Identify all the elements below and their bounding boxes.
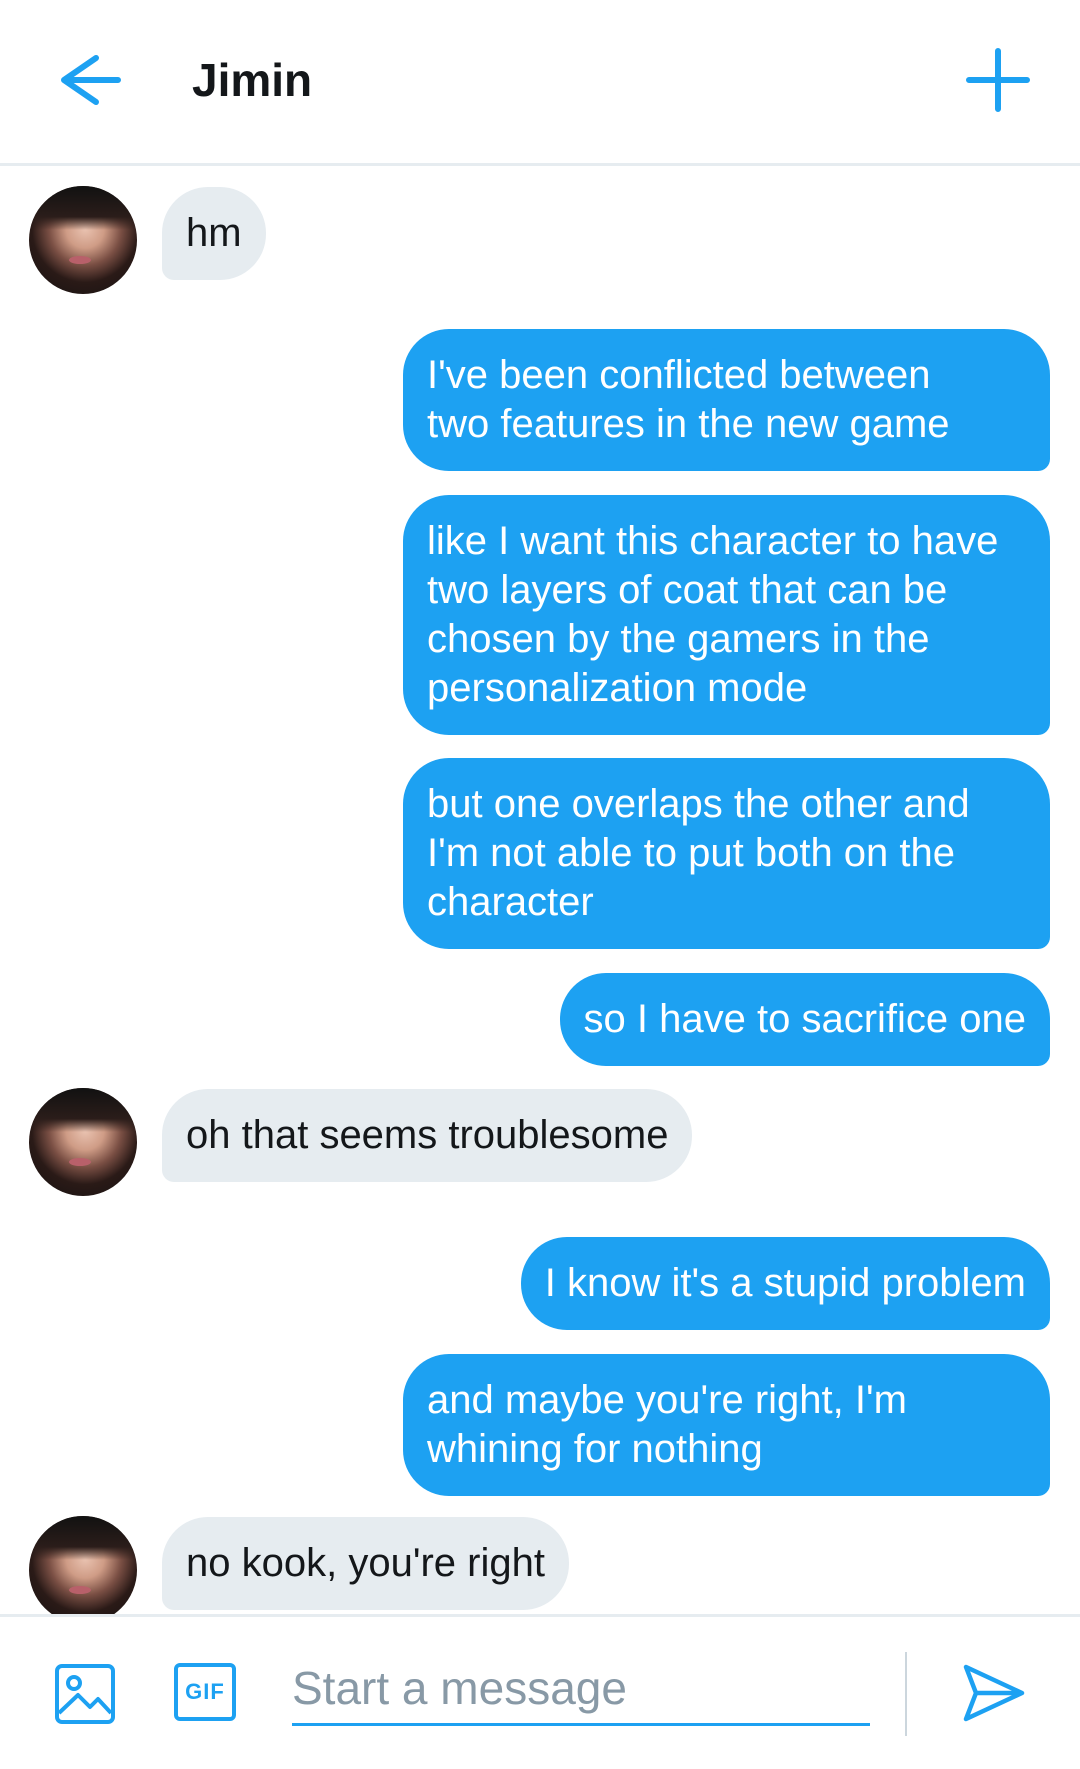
message-line: personalization mode [427,666,808,710]
message-composer: GIF [0,1614,1080,1769]
message-line: hm [186,211,242,255]
outgoing-message[interactable]: I've been conflicted between two feature… [403,329,1050,471]
message-line: but one overlaps the other and [427,782,970,826]
conversation-header: Jimin [0,0,1080,166]
image-icon[interactable] [54,1663,116,1725]
outgoing-message[interactable]: and maybe you're right, I'm whining for … [403,1354,1050,1496]
message-line: two features in the new game [427,402,950,446]
message-line: so I have to sacrifice one [583,997,1026,1041]
message-line: chosen by the gamers in the [427,617,930,661]
message-line: whining for nothing [427,1427,763,1471]
conversation-title: Jimin [192,54,313,106]
message-line: character [427,880,594,924]
message-line: no kook, you're right [186,1541,545,1585]
message-line: like I want this character to have [427,519,999,563]
message-line: oh that seems troublesome [186,1113,669,1157]
message-line: I'm not able to put both on the [427,831,956,875]
divider [905,1652,907,1736]
avatar[interactable] [29,186,137,294]
message-line: I know it's a stupid problem [544,1261,1026,1305]
incoming-message[interactable]: no kook, you're right [162,1517,569,1610]
message-input[interactable] [292,1653,870,1726]
message-list[interactable]: hm I've been conflicted between two feat… [0,166,1080,1614]
message-line: I've been conflicted between [427,353,931,397]
message-line: and maybe you're right, I'm [427,1378,907,1422]
outgoing-message[interactable]: I know it's a stupid problem [520,1237,1050,1330]
outgoing-message[interactable]: so I have to sacrifice one [559,973,1050,1066]
outgoing-message[interactable]: but one overlaps the other and I'm not a… [403,758,1050,949]
send-icon[interactable] [960,1659,1028,1727]
avatar[interactable] [29,1516,137,1614]
arrow-left-icon[interactable] [52,50,122,110]
incoming-message[interactable]: oh that seems troublesome [162,1089,693,1182]
gif-button[interactable]: GIF [174,1663,236,1721]
incoming-message[interactable]: hm [162,187,266,280]
message-line: two layers of coat that can be [427,568,948,612]
outgoing-message[interactable]: like I want this character to have two l… [403,495,1050,735]
plus-icon[interactable] [963,45,1033,115]
avatar[interactable] [29,1088,137,1196]
